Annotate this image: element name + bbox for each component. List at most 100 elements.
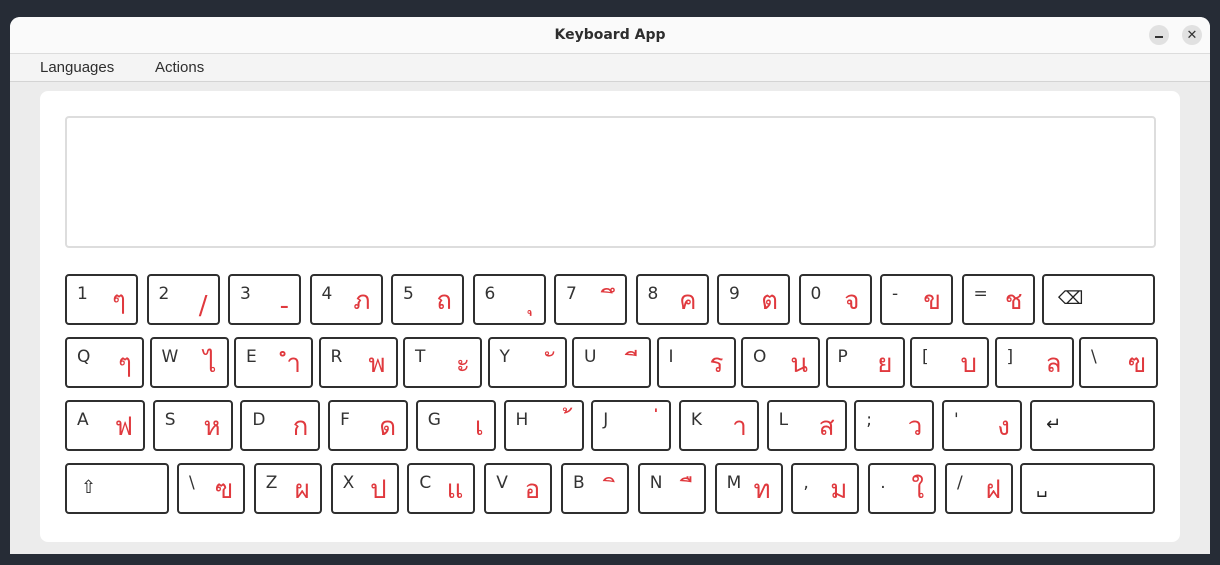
key-latin-label: [	[922, 347, 929, 367]
key-latin-label: 5	[403, 284, 414, 304]
key-latin-label: M	[726, 473, 742, 493]
key-e[interactable]: Eำ	[234, 337, 313, 388]
key-period[interactable]: .ใ	[868, 463, 937, 514]
key-q[interactable]: Qๆ	[65, 337, 144, 388]
key-equals[interactable]: = ช	[961, 274, 1035, 325]
key-semicolon[interactable]: ; ว	[854, 400, 935, 451]
text-input-area[interactable]	[65, 116, 1156, 248]
key-0[interactable]: 0จ	[798, 274, 872, 325]
key-latin-label: R	[330, 347, 343, 367]
key-latin-label: K	[690, 410, 703, 430]
key-x[interactable]: Xป	[330, 463, 399, 514]
key-quote[interactable]: ' ง	[942, 400, 1022, 451]
key-j[interactable]: J่	[591, 400, 672, 451]
key-9[interactable]: 9ต	[717, 274, 790, 325]
key-v[interactable]: Vอ	[484, 463, 553, 514]
key-t[interactable]: Tะ	[403, 337, 482, 388]
key-latin-label: I	[668, 347, 674, 367]
key-latin-label: 3	[240, 284, 251, 304]
backspace-key[interactable]: ⌫	[1042, 274, 1155, 325]
key-latin-label: 2	[158, 284, 170, 304]
key-latin-label: W	[161, 347, 179, 367]
menu-actions[interactable]: Actions	[155, 54, 204, 82]
key-thai-label: เ	[474, 412, 484, 442]
key-thai-label: น	[790, 349, 808, 379]
key-l[interactable]: Lส	[766, 400, 847, 451]
key-8[interactable]: 8ค	[635, 274, 709, 325]
key-n[interactable]: Nื	[637, 463, 706, 514]
key-latin-label: \	[189, 473, 195, 493]
key-minus[interactable]: -ข	[880, 274, 953, 325]
key-thai-label: จ	[844, 286, 860, 316]
key-latin-label: 4	[321, 284, 333, 304]
key-thai-label: อ	[524, 475, 541, 505]
key-latin-label: Q	[77, 347, 91, 367]
key-latin-label: X	[342, 473, 355, 493]
key-latin-label: -	[892, 284, 899, 304]
key-thai-label: ะ	[456, 349, 470, 379]
key-w[interactable]: Wไ	[149, 337, 229, 388]
key-latin-label: C	[419, 473, 432, 493]
minimize-button[interactable]	[1149, 25, 1169, 45]
key-backslash[interactable]: \ ฃ	[177, 463, 245, 514]
key-i[interactable]: Iร	[656, 337, 736, 388]
key-comma[interactable]: ,ม	[791, 463, 860, 514]
keyboard-panel: 1ๆ2/3-4ภ5ถ6ุ7ึ8ค9ต0จ-ข=ช⌫QๆWไEำRพTะYัUีI…	[40, 91, 1180, 542]
key-c[interactable]: Cแ	[407, 463, 476, 514]
key-5[interactable]: 5ถ	[391, 274, 464, 325]
key-thai-label: ย	[877, 349, 893, 379]
menu-languages[interactable]: Languages	[40, 54, 114, 82]
key-o[interactable]: Oน	[741, 337, 820, 388]
key-thai-label: ถ	[436, 286, 452, 316]
key-s[interactable]: Sห	[152, 400, 233, 451]
key-2[interactable]: 2/	[146, 274, 220, 325]
key-slash[interactable]: / ฝ	[945, 463, 1013, 514]
key-latin-label: ;	[866, 410, 873, 430]
key-p[interactable]: Pย	[825, 337, 905, 388]
key-latin-label: \	[1091, 347, 1097, 367]
title-bar: Keyboard App ✕	[10, 17, 1210, 54]
close-button[interactable]: ✕	[1182, 25, 1202, 45]
key-lbracket[interactable]: [บ	[910, 337, 989, 388]
key-m[interactable]: Mท	[714, 463, 783, 514]
key-f[interactable]: Fด	[328, 400, 409, 451]
key-h[interactable]: H้	[503, 400, 584, 451]
key-latin-label: E	[246, 347, 257, 367]
key-latin-label: ,	[803, 473, 809, 493]
shift-key[interactable]: ⇧	[65, 463, 169, 514]
key-r[interactable]: Rพ	[318, 337, 398, 388]
key-latin-label: L	[778, 410, 789, 430]
key-4[interactable]: 4ภ	[309, 274, 383, 325]
key-latin-label: 1	[77, 284, 88, 304]
space-icon: ␣	[1036, 477, 1048, 498]
key-latin-label: F	[340, 410, 350, 430]
key-7[interactable]: 7ึ	[554, 274, 627, 325]
key-3[interactable]: 3-	[228, 274, 301, 325]
shift-icon: ⇧	[81, 477, 97, 498]
key-6[interactable]: 6ุ	[472, 274, 546, 325]
key-u[interactable]: Uี	[572, 337, 651, 388]
key-thai-label: พ	[368, 349, 386, 379]
key-thai-label: ต	[761, 286, 778, 316]
key-backslash[interactable]: \ ฃ	[1079, 337, 1158, 388]
key-1[interactable]: 1ๆ	[65, 274, 138, 325]
key-y[interactable]: Yั	[487, 337, 567, 388]
key-thai-label: ป	[370, 475, 387, 505]
key-a[interactable]: Aฟ	[65, 400, 145, 451]
key-thai-label: ช	[1004, 286, 1023, 316]
key-b[interactable]: Bิ	[561, 463, 629, 514]
space-key[interactable]: ␣	[1020, 463, 1155, 514]
key-thai-label: ง	[997, 412, 1010, 442]
key-latin-label: S	[164, 410, 176, 430]
key-rbracket[interactable]: ] ล	[994, 337, 1074, 388]
key-thai-label: ๆ	[118, 349, 132, 379]
key-k[interactable]: Kา	[678, 400, 759, 451]
enter-key[interactable]: ↵	[1030, 400, 1155, 451]
key-thai-label: ม	[830, 475, 848, 505]
key-g[interactable]: Gเ	[415, 400, 496, 451]
key-latin-label: D	[252, 410, 266, 430]
key-latin-label: /	[957, 473, 963, 493]
key-z[interactable]: Zผ	[253, 463, 322, 514]
key-d[interactable]: Dก	[240, 400, 321, 451]
key-thai-label: ค	[679, 286, 697, 316]
